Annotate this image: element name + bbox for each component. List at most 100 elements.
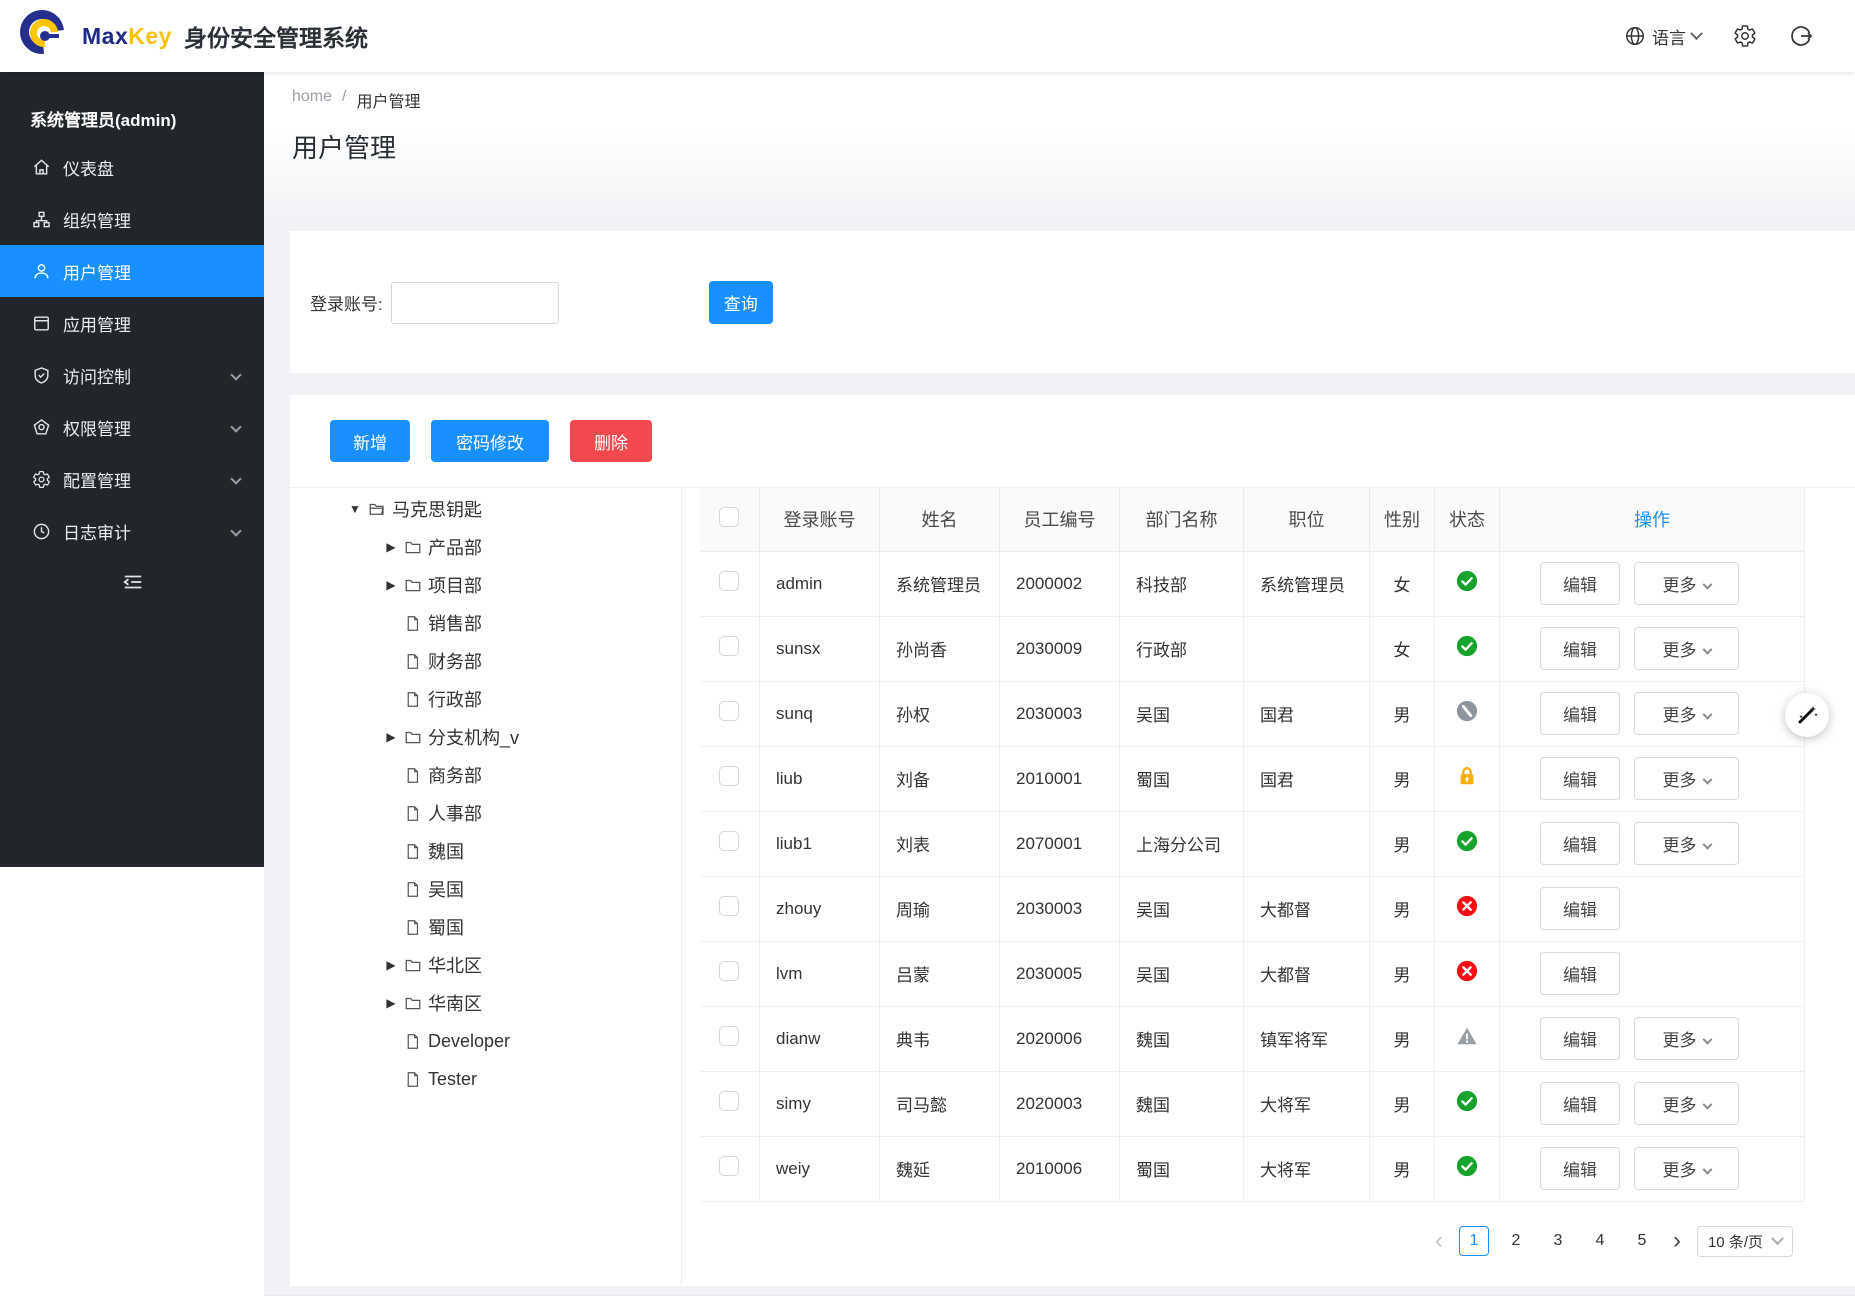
chevron-down-icon [230, 473, 241, 484]
tree-node[interactable]: 商务部 [290, 756, 681, 794]
cell-department: 吴国 [1120, 941, 1244, 1006]
gear-icon[interactable] [1733, 24, 1757, 48]
tree-node[interactable]: ▶项目部 [290, 566, 681, 604]
org-tree: ▼马克思钥匙▶产品部▶项目部销售部财务部行政部▶分支机构_v商务部人事部魏国吴国… [290, 488, 682, 1285]
row-checkbox[interactable] [719, 961, 739, 981]
tree-node[interactable]: ▶华南区 [290, 984, 681, 1022]
sidebar-item-dashboard[interactable]: 仪表盘 [0, 141, 264, 193]
more-button[interactable]: 更多 [1634, 562, 1739, 605]
edit-button[interactable]: 编辑 [1540, 692, 1620, 735]
sidebar-item-org[interactable]: 组织管理 [0, 193, 264, 245]
caret-right-icon[interactable]: ▶ [378, 730, 404, 744]
caret-right-icon[interactable]: ▶ [378, 578, 404, 592]
pagination-page-2[interactable]: 2 [1501, 1226, 1531, 1256]
tree-node-label: 吴国 [428, 876, 464, 902]
edit-button[interactable]: 编辑 [1540, 822, 1620, 865]
tree-node[interactable]: ▶分支机构_v [290, 718, 681, 756]
row-checkbox[interactable] [719, 701, 739, 721]
tree-node[interactable]: ▼马克思钥匙 [290, 490, 681, 528]
cell-position: 大将军 [1244, 1136, 1370, 1201]
caret-right-icon[interactable]: ▶ [378, 996, 404, 1010]
brand-name: MaxKey [82, 23, 172, 50]
edit-button[interactable]: 编辑 [1540, 562, 1620, 605]
cell-employee-id: 2070001 [1000, 811, 1120, 876]
query-button[interactable]: 查询 [709, 281, 773, 324]
top-bar: MaxKey 身份安全管理系统 语言 [0, 0, 1855, 72]
caret-right-icon[interactable]: ▶ [378, 958, 404, 972]
audit-icon [32, 521, 52, 541]
tree-node[interactable]: 财务部 [290, 642, 681, 680]
row-checkbox[interactable] [719, 1026, 739, 1046]
page-size-select[interactable]: 10 条/页 [1697, 1226, 1793, 1257]
sidebar-item-config[interactable]: 配置管理 [0, 453, 264, 505]
language-label: 语言 [1652, 24, 1686, 49]
logout-icon[interactable] [1789, 24, 1813, 48]
row-checkbox[interactable] [719, 571, 739, 591]
cell-actions: 编辑更多 [1500, 1136, 1805, 1201]
edit-button[interactable]: 编辑 [1540, 627, 1620, 670]
sidebar-collapse-button[interactable] [122, 571, 264, 598]
edit-button[interactable]: 编辑 [1540, 1017, 1620, 1060]
row-checkbox[interactable] [719, 1156, 739, 1176]
add-button[interactable]: 新增 [330, 420, 410, 462]
row-checkbox[interactable] [719, 636, 739, 656]
more-button[interactable]: 更多 [1634, 822, 1739, 865]
caret-right-icon[interactable]: ▶ [378, 540, 404, 554]
tree-node[interactable]: 行政部 [290, 680, 681, 718]
row-checkbox[interactable] [719, 1091, 739, 1111]
tree-node[interactable]: ▶产品部 [290, 528, 681, 566]
row-checkbox[interactable] [719, 896, 739, 916]
more-button[interactable]: 更多 [1634, 1147, 1739, 1190]
more-button[interactable]: 更多 [1634, 1082, 1739, 1125]
tree-node-label: 财务部 [428, 648, 482, 674]
cell-gender: 女 [1370, 551, 1435, 616]
tree-node[interactable]: 魏国 [290, 832, 681, 870]
sidebar-item-shield[interactable]: 访问控制 [0, 349, 264, 401]
row-checkbox[interactable] [719, 831, 739, 851]
more-button[interactable]: 更多 [1634, 692, 1739, 735]
sidebar-item-label: 配置管理 [63, 467, 131, 492]
pagination-page-1[interactable]: 1 [1459, 1226, 1489, 1256]
tree-node[interactable]: 蜀国 [290, 908, 681, 946]
edit-button[interactable]: 编辑 [1540, 952, 1620, 995]
pagination-next[interactable]: › [1669, 1229, 1685, 1253]
breadcrumb-home-link[interactable]: home [292, 88, 332, 112]
pagination-page-3[interactable]: 3 [1543, 1226, 1573, 1256]
cell-name: 孙权 [880, 681, 1000, 746]
tree-node[interactable]: 销售部 [290, 604, 681, 642]
edit-button[interactable]: 编辑 [1540, 1082, 1620, 1125]
edit-button[interactable]: 编辑 [1540, 1147, 1620, 1190]
cell-position [1244, 616, 1370, 681]
language-menu[interactable]: 语言 [1624, 24, 1701, 49]
cell-status [1435, 1136, 1500, 1201]
more-button[interactable]: 更多 [1634, 757, 1739, 800]
tree-node[interactable]: Tester [290, 1060, 681, 1098]
row-checkbox[interactable] [719, 766, 739, 786]
select-all-checkbox[interactable] [719, 507, 739, 527]
pagination-page-4[interactable]: 4 [1585, 1226, 1615, 1256]
cell-actions: 编辑更多 [1500, 811, 1805, 876]
edit-button[interactable]: 编辑 [1540, 887, 1620, 930]
tree-node[interactable]: 吴国 [290, 870, 681, 908]
pagination-prev[interactable]: ‹ [1431, 1229, 1447, 1253]
sidebar-item-user[interactable]: 用户管理 [0, 245, 264, 297]
tree-node[interactable]: 人事部 [290, 794, 681, 832]
more-button[interactable]: 更多 [1634, 627, 1739, 670]
sidebar-item-audit[interactable]: 日志审计 [0, 505, 264, 557]
search-account-input[interactable] [391, 282, 559, 324]
change-password-button[interactable]: 密码修改 [431, 420, 549, 462]
row-select-cell [700, 1006, 760, 1071]
sidebar-item-label: 仪表盘 [63, 155, 114, 180]
delete-button[interactable]: 删除 [570, 420, 652, 462]
more-button[interactable]: 更多 [1634, 1017, 1739, 1060]
tree-node[interactable]: ▶华北区 [290, 946, 681, 984]
sidebar-item-app[interactable]: 应用管理 [0, 297, 264, 349]
more-label: 更多 [1663, 706, 1697, 725]
edit-button[interactable]: 编辑 [1540, 757, 1620, 800]
tree-node[interactable]: Developer [290, 1022, 681, 1060]
pagination-page-5[interactable]: 5 [1627, 1226, 1657, 1256]
magic-wand-float-button[interactable] [1785, 693, 1829, 737]
caret-down-icon[interactable]: ▼ [342, 502, 368, 516]
cell-position: 国君 [1244, 681, 1370, 746]
sidebar-item-permission[interactable]: 权限管理 [0, 401, 264, 453]
